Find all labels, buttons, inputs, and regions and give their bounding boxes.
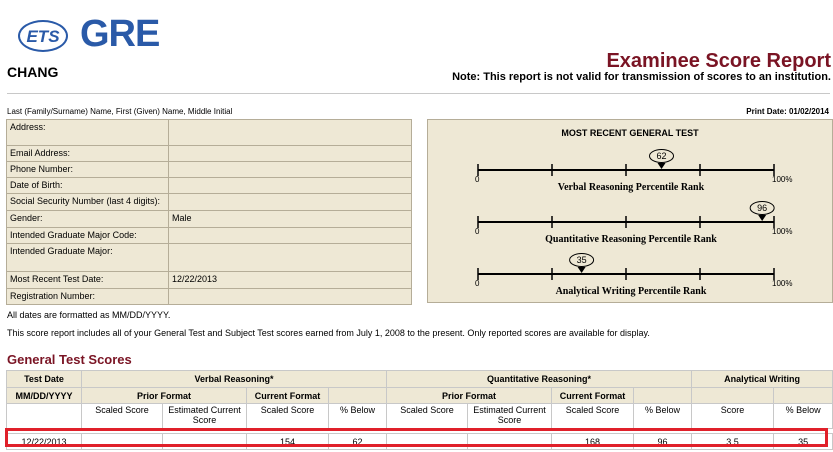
quant-format-blank <box>633 387 693 404</box>
info-label: Intended Graduate Major Code: <box>6 227 169 244</box>
verbal-current-scaled-header: Scaled Score <box>246 403 329 429</box>
info-value <box>168 193 412 211</box>
writing-below-header: % Below <box>773 403 833 429</box>
info-value <box>168 288 412 305</box>
percentile-scales: 0 100% 62 Verbal Reasoning Percentile Rank 0… <box>475 149 792 297</box>
info-label: Phone Number: <box>6 161 169 178</box>
scale-min-label: 0 <box>475 227 480 236</box>
table-row: 12/22/2013 154 62 168 96 3.5 35 <box>6 433 833 450</box>
info-row-dob: Date of Birth: <box>6 177 412 194</box>
info-row-ssn: Social Security Number (last 4 digits): <box>6 193 412 211</box>
info-value: Male <box>168 210 412 228</box>
examinee-name: CHANG <box>7 64 59 80</box>
info-row-email: Email Address: <box>6 145 412 162</box>
percentile-marker <box>657 163 666 169</box>
scale-min-label: 0 <box>475 279 480 288</box>
verbal-header: Verbal Reasoning* <box>80 370 388 388</box>
percentile-marker <box>758 215 767 221</box>
info-row-major-code: Intended Graduate Major Code: <box>6 227 412 244</box>
writing-score: 3.5 <box>691 433 775 450</box>
info-value <box>168 243 412 272</box>
info-value <box>168 227 412 244</box>
header-row-formats: MM/DD/YYYY Prior Format Current Format P… <box>6 387 833 404</box>
dates-note: All dates are formatted as MM/DD/YYYY. <box>7 310 171 320</box>
quant-prior-format-header: Prior Format <box>386 387 553 404</box>
percentile-label: Quantitative Reasoning Percentile Rank <box>545 234 717 245</box>
percentile-value: 62 <box>657 151 667 161</box>
quant-prior-estimated <box>467 433 553 450</box>
percentile-value: 35 <box>577 255 587 265</box>
gre-logo: GRE <box>80 13 160 55</box>
info-value: 12/22/2013 <box>168 271 412 289</box>
info-row-major: Intended Graduate Major: <box>6 243 412 272</box>
quant-current-scaled-header: Scaled Score <box>551 403 635 429</box>
info-label: Address: <box>6 119 169 146</box>
scale-min-label: 0 <box>475 175 480 184</box>
report-scope-note: This score report includes all of your G… <box>7 328 650 338</box>
print-date: Print Date: 01/02/2014 <box>746 107 829 116</box>
quant-prior-scaled <box>386 433 469 450</box>
info-label: Gender: <box>6 210 169 228</box>
ets-logo: ETS <box>18 20 68 52</box>
report-title: Examinee Score Report <box>606 50 831 72</box>
info-value <box>168 177 412 194</box>
test-date-header: Test Date <box>6 370 82 388</box>
report-note: Note: This report is not valid for trans… <box>452 71 831 83</box>
percentile-label: Analytical Writing Percentile Rank <box>556 286 707 297</box>
writing-header: Analytical Writing <box>691 370 833 388</box>
percentile-marker <box>577 267 586 273</box>
info-row-registration: Registration Number: <box>6 288 412 305</box>
general-test-scores-table: Test Date Verbal Reasoning* Quantitative… <box>6 370 833 450</box>
verbal-below-header: % Below <box>327 403 388 429</box>
verbal-current-scaled: 154 <box>246 433 329 450</box>
header-divider <box>7 93 830 94</box>
info-label: Social Security Number (last 4 digits): <box>6 193 169 211</box>
writing-below: 35 <box>773 433 833 450</box>
verbal-below: 62 <box>327 433 388 450</box>
verbal-prior-estimated <box>162 433 247 450</box>
verbal-prior-scaled <box>81 433 163 450</box>
verbal-current-format-header: Current Format <box>246 387 329 404</box>
quant-prior-estimated-header: Estimated Current Score <box>467 403 553 429</box>
writing-format-blank <box>691 387 775 404</box>
info-value <box>168 119 412 146</box>
name-legend: Last (Family/Surname) Name, First (Given… <box>7 107 233 116</box>
percentile-panel: MOST RECENT GENERAL TEST 0 100% 62 Verbal R… <box>427 119 833 303</box>
info-label: Most Recent Test Date: <box>6 271 169 289</box>
quant-current-format-header: Current Format <box>551 387 635 404</box>
date-format-header: MM/DD/YYYY <box>6 387 82 404</box>
scale-max-label: 100% <box>772 227 792 236</box>
percentile-value: 96 <box>757 203 767 213</box>
verbal-prior-scaled-header: Scaled Score <box>81 403 163 429</box>
measure-blank <box>6 403 82 429</box>
scale-max-label: 100% <box>772 279 792 288</box>
writing-format-blank <box>773 387 833 404</box>
info-label: Email Address: <box>6 145 169 162</box>
info-label: Date of Birth: <box>6 177 169 194</box>
verbal-prior-format-header: Prior Format <box>81 387 247 404</box>
info-value <box>168 145 412 162</box>
quant-current-scaled: 168 <box>551 433 635 450</box>
scale-max-label: 100% <box>772 175 792 184</box>
info-row-address: Address: <box>6 119 412 146</box>
info-label: Registration Number: <box>6 288 169 305</box>
quant-below-header: % Below <box>633 403 693 429</box>
examinee-info-table: Address: Email Address: Phone Number: Da… <box>6 119 412 305</box>
quant-below: 96 <box>633 433 693 450</box>
verbal-prior-estimated-header: Estimated Current Score <box>162 403 247 429</box>
header-row-sections: Test Date Verbal Reasoning* Quantitative… <box>6 370 833 388</box>
info-row-phone: Phone Number: <box>6 161 412 178</box>
score-test-date: 12/22/2013 <box>6 433 82 450</box>
info-value <box>168 161 412 178</box>
info-label: Intended Graduate Major: <box>6 243 169 272</box>
section-title: General Test Scores <box>7 352 132 367</box>
header-row-measures: Scaled Score Estimated Current Score Sca… <box>6 403 833 429</box>
verbal-format-blank <box>327 387 388 404</box>
info-row-gender: Gender: Male <box>6 210 412 228</box>
percentile-label: Verbal Reasoning Percentile Rank <box>558 182 705 193</box>
writing-score-header: Score <box>691 403 775 429</box>
quant-prior-scaled-header: Scaled Score <box>386 403 469 429</box>
info-row-test-date: Most Recent Test Date: 12/22/2013 <box>6 271 412 289</box>
quant-header: Quantitative Reasoning* <box>386 370 693 388</box>
